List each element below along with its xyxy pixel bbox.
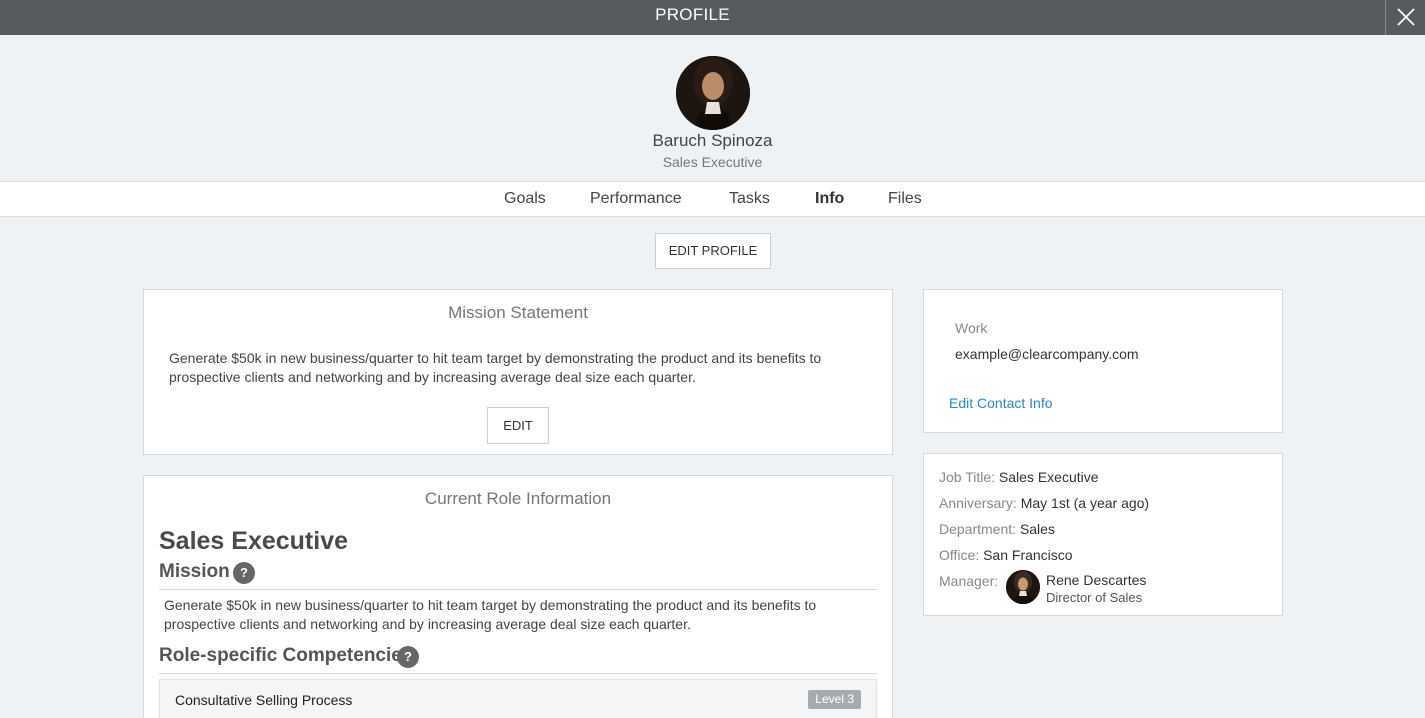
tab-tasks[interactable]: Tasks <box>729 190 770 208</box>
profile-name: Baruch Spinoza <box>652 131 773 150</box>
edit-mission-button[interactable]: EDIT <box>487 407 549 444</box>
card-title: Mission Statement <box>448 303 588 322</box>
mission-heading: Mission <box>159 561 230 582</box>
job-title-label: Job Title: <box>939 469 996 485</box>
competencies-help-icon[interactable]: ? <box>397 646 419 668</box>
profile-header: Baruch Spinoza Sales Executive <box>0 35 1425 182</box>
edit-profile-button[interactable]: EDIT PROFILE <box>655 233 771 269</box>
competency-row[interactable]: Consultative Selling Process Level 3 <box>159 679 877 718</box>
contact-card: Work example@clearcompany.com Edit Conta… <box>923 289 1283 433</box>
competency-name: Consultative Selling Process <box>175 692 353 708</box>
card-title: Current Role Information <box>424 489 612 508</box>
page-title: PROFILE <box>655 5 730 24</box>
mission-text: Generate $50k in new business/quarter to… <box>169 350 822 385</box>
anniversary-value: May 1st (a year ago) <box>1020 495 1150 511</box>
anniversary-label: Anniversary: <box>939 495 1017 511</box>
close-icon <box>1397 8 1415 26</box>
competencies-heading: Role-specific Competencies <box>159 645 413 666</box>
mission-help-icon[interactable]: ? <box>233 562 255 584</box>
current-role-card: Current Role Information Sales Executive… <box>143 475 893 718</box>
divider <box>159 673 877 674</box>
tab-info[interactable]: Info <box>815 190 844 208</box>
job-title-value: Sales Executive <box>998 469 1099 485</box>
work-email-label: Work <box>955 320 988 336</box>
department-value: Sales <box>1019 521 1055 537</box>
office-label: Office: <box>939 547 980 563</box>
job-title-row: Job Title: Sales Executive <box>939 469 1099 485</box>
department-row: Department: Sales <box>939 521 1055 537</box>
profile-job-title: Sales Executive <box>662 154 763 170</box>
manager-name[interactable]: Rene Descartes <box>1046 572 1146 588</box>
tab-goals[interactable]: Goals <box>504 190 546 208</box>
anniversary-row: Anniversary: May 1st (a year ago) <box>939 495 1149 511</box>
mission-statement-card: Mission Statement Generate $50k in new b… <box>143 289 893 455</box>
department-label: Department: <box>939 521 1017 537</box>
tab-performance[interactable]: Performance <box>590 190 682 208</box>
edit-contact-info-link[interactable]: Edit Contact Info <box>949 395 1053 411</box>
job-details-card: Job Title: Sales Executive Anniversary: … <box>923 453 1283 616</box>
manager-title: Director of Sales <box>1046 590 1143 605</box>
role-name: Sales Executive <box>159 527 349 555</box>
manager-avatar[interactable] <box>1006 570 1040 604</box>
tab-files[interactable]: Files <box>888 190 922 208</box>
office-row: Office: San Francisco <box>939 547 1073 563</box>
profile-tabs: Goals Performance Tasks Info Files <box>0 181 1425 217</box>
manager-label: Manager: <box>939 573 999 589</box>
work-email: example@clearcompany.com <box>955 346 1139 362</box>
office-value: San Francisco <box>983 547 1073 563</box>
role-mission-text: Generate $50k in new business/quarter to… <box>164 597 817 632</box>
top-bar: PROFILE <box>0 0 1425 35</box>
level-badge: Level 3 <box>808 690 861 709</box>
avatar <box>676 56 750 130</box>
manager-row: Manager: <box>939 573 998 589</box>
close-button[interactable] <box>1385 0 1425 35</box>
divider <box>159 589 877 590</box>
